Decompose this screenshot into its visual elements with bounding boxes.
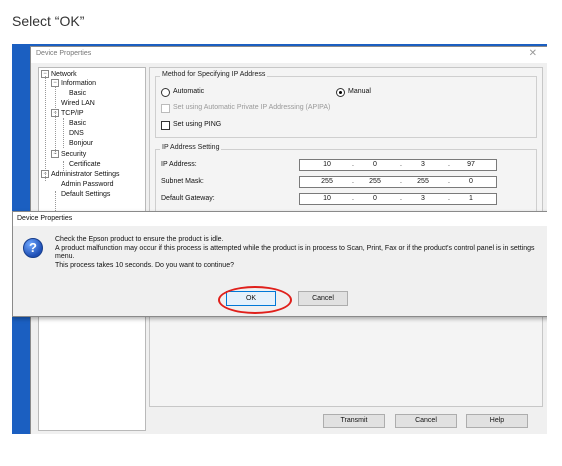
question-icon: ?	[23, 238, 43, 258]
tree-item-info-basic[interactable]: Basic	[69, 89, 86, 98]
ip-group-title: IP Address Setting	[160, 144, 222, 151]
ok-highlight-circle	[218, 286, 292, 314]
tree-item-bonjour[interactable]: Bonjour	[69, 139, 93, 148]
instruction-text: Select “OK”	[12, 13, 85, 29]
cancel-button[interactable]: Cancel	[395, 414, 457, 428]
tree-item-tcpip-basic[interactable]: Basic	[69, 119, 86, 128]
manual-label[interactable]: Manual	[348, 88, 371, 95]
tree-item-default-settings[interactable]: Default Settings	[61, 190, 110, 199]
default-gateway-field[interactable]: 10 . 0 . 3 . 1	[299, 193, 497, 205]
message-line: Check the Epson product to ensure the pr…	[55, 236, 224, 243]
dialog-message: Check the Epson product to ensure the pr…	[55, 236, 547, 270]
collapse-icon[interactable]: −	[41, 70, 49, 79]
tree-item-admin-password[interactable]: Admin Password	[61, 180, 114, 189]
collapse-icon[interactable]: −	[51, 109, 59, 118]
window-title: Device Properties	[36, 50, 92, 57]
apipa-checkbox[interactable]	[161, 104, 170, 113]
collapse-icon[interactable]: −	[51, 150, 59, 159]
message-line: This process takes 10 seconds. Do you wa…	[55, 261, 234, 269]
method-group-title: Method for Specifying IP Address	[160, 71, 268, 78]
desktop-background: Device Properties ✕ − Network − Informatio…	[12, 44, 547, 434]
automatic-label[interactable]: Automatic	[173, 88, 204, 95]
confirm-dialog: Device Properties ✕ ? Check the Epson pr…	[12, 211, 547, 317]
tree-item-wired-lan[interactable]: Wired LAN	[61, 99, 95, 108]
tree-item-information[interactable]: − Information	[51, 79, 96, 88]
subnet-mask-label: Subnet Mask:	[161, 178, 204, 185]
ip-address-field[interactable]: 10 . 0 . 3 . 97	[299, 159, 497, 171]
dialog-title: Device Properties	[17, 215, 73, 222]
ping-label[interactable]: Set using PING	[173, 121, 221, 128]
tree-item-network[interactable]: − Network	[41, 70, 77, 79]
tree-item-administrator-settings[interactable]: − Administrator Settings	[41, 170, 119, 179]
dialog-cancel-button[interactable]: Cancel	[298, 291, 348, 306]
transmit-button[interactable]: Transmit	[323, 414, 385, 428]
tree-item-tcpip[interactable]: − TCP/IP	[51, 109, 84, 118]
manual-radio[interactable]	[336, 88, 345, 97]
apipa-label[interactable]: Set using Automatic Private IP Addressin…	[173, 104, 330, 111]
collapse-icon[interactable]: −	[51, 79, 59, 88]
tree-item-dns[interactable]: DNS	[69, 129, 84, 138]
close-icon[interactable]: ✕	[529, 48, 537, 59]
subnet-mask-field[interactable]: 255 . 255 . 255 . 0	[299, 176, 497, 188]
message-line: A product malfunction may occur if this …	[55, 244, 535, 261]
ip-address-label: IP Address:	[161, 161, 197, 168]
default-gateway-label: Default Gateway:	[161, 195, 215, 202]
tree-item-certificate[interactable]: Certificate	[69, 160, 101, 169]
automatic-radio[interactable]	[161, 88, 170, 97]
help-button[interactable]: Help	[466, 414, 528, 428]
ping-checkbox[interactable]	[161, 121, 170, 130]
tree-item-security[interactable]: − Security	[51, 150, 86, 159]
collapse-icon[interactable]: −	[41, 170, 49, 179]
window-title-bar: Device Properties ✕	[31, 47, 547, 63]
dialog-title-bar: Device Properties ✕	[13, 212, 547, 226]
